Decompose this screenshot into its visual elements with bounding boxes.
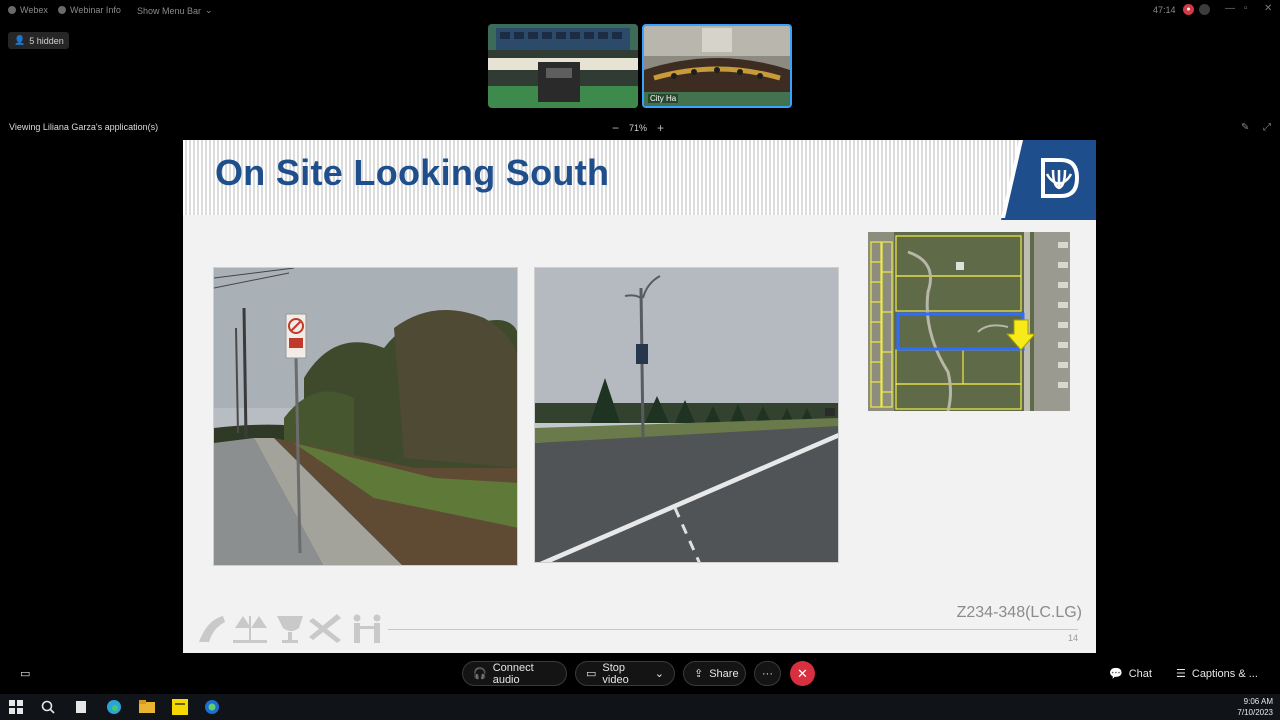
city-logo-icon bbox=[1001, 140, 1096, 220]
captions-button[interactable]: ☰ Captions & ... bbox=[1176, 667, 1258, 681]
chat-icon: 💬 bbox=[1109, 668, 1123, 680]
windows-taskbar: 9:06 AM 7/10/2023 bbox=[0, 694, 1280, 720]
maximize-icon[interactable]: ▫ bbox=[1244, 3, 1248, 14]
edge-browser-icon[interactable] bbox=[106, 699, 122, 715]
system-clock[interactable]: 9:06 AM 7/10/2023 bbox=[1237, 696, 1273, 718]
more-options-button[interactable]: ··· bbox=[754, 661, 781, 686]
minimize-icon[interactable]: — bbox=[1225, 3, 1235, 14]
hidden-count-label: 5 hidden bbox=[29, 35, 64, 46]
viewing-application-label: Viewing Liliana Garza's application(s) bbox=[9, 122, 159, 132]
zoom-out-button[interactable]: − bbox=[612, 121, 619, 135]
info-icon bbox=[58, 6, 66, 14]
captions-label: Captions & ... bbox=[1191, 667, 1258, 680]
share-icon: ⇪ bbox=[694, 668, 704, 680]
webex-menu[interactable]: Webex bbox=[8, 5, 48, 15]
fullscreen-icon[interactable]: ⤢ bbox=[1263, 122, 1271, 133]
webex-logo-icon bbox=[8, 6, 16, 14]
more-icon: ··· bbox=[762, 667, 773, 680]
recording-icon[interactable]: ● bbox=[1183, 4, 1194, 15]
aerial-location-map bbox=[868, 232, 1070, 411]
slide-page-number: 14 bbox=[1067, 633, 1078, 643]
clock-time: 9:06 AM bbox=[1243, 697, 1273, 706]
show-menu-bar-label: Show Menu Bar bbox=[137, 5, 202, 16]
footer-divider bbox=[388, 629, 1078, 630]
connect-audio-button[interactable]: 🎧 Connect audio bbox=[462, 661, 567, 686]
file-explorer-icon[interactable] bbox=[139, 699, 155, 715]
audio-icon: 🎧 bbox=[473, 668, 487, 680]
case-number: Z234-348(LC.LG) bbox=[956, 604, 1082, 621]
stop-video-label: Stop video bbox=[602, 661, 629, 686]
webinar-info-menu[interactable]: Webinar Info bbox=[58, 5, 121, 15]
thumbnail-label: City Ha bbox=[648, 94, 679, 103]
chat-label: Chat bbox=[1128, 667, 1152, 680]
video-thumbnail-2[interactable]: City Ha bbox=[642, 24, 792, 108]
status-icon[interactable] bbox=[1199, 4, 1210, 15]
site-photo-road bbox=[534, 267, 839, 563]
video-thumbnail-1[interactable] bbox=[488, 24, 638, 108]
zoom-in-button[interactable]: + bbox=[657, 121, 664, 135]
top-menu-bar: Webex Webinar Info Show Menu Bar ⌄ 47:14… bbox=[0, 0, 1280, 20]
sticky-notes-icon[interactable] bbox=[172, 699, 188, 715]
chat-button[interactable]: 💬 Chat bbox=[1109, 667, 1152, 681]
close-window-icon[interactable]: ✕ bbox=[1264, 3, 1272, 14]
site-photo-sidewalk bbox=[213, 267, 518, 566]
slide-title: On Site Looking South bbox=[215, 152, 610, 193]
hidden-participants-badge[interactable]: 👤 5 hidden bbox=[8, 32, 69, 49]
webex-taskbar-icon[interactable] bbox=[204, 699, 220, 715]
chevron-down-icon[interactable]: ⌄ bbox=[655, 667, 664, 680]
webinar-info-label: Webinar Info bbox=[70, 5, 121, 15]
leave-meeting-button[interactable]: ✕ bbox=[790, 661, 815, 686]
captions-icon: ☰ bbox=[1176, 668, 1186, 680]
layout-icon: ▭ bbox=[20, 668, 31, 680]
file-icon[interactable] bbox=[73, 699, 89, 715]
show-menu-bar-toggle[interactable]: Show Menu Bar ⌄ bbox=[137, 5, 213, 16]
connect-audio-label: Connect audio bbox=[492, 661, 534, 686]
share-button[interactable]: ⇪ Share bbox=[683, 661, 746, 686]
zoom-controls: − 71% + bbox=[612, 121, 664, 135]
chevron-down-icon: ⌄ bbox=[205, 5, 213, 15]
stop-video-button[interactable]: ▭ Stop video ⌄ bbox=[575, 661, 675, 686]
windows-start-icon[interactable] bbox=[8, 699, 24, 715]
search-icon[interactable] bbox=[40, 699, 56, 715]
shared-slide: On Site Looking South Z234-348(LC.LG) 14 bbox=[183, 140, 1096, 653]
annotate-icon[interactable]: ✎ bbox=[1241, 122, 1249, 133]
layout-button[interactable]: ▭ bbox=[20, 667, 30, 680]
video-camera-icon: ▭ bbox=[586, 668, 597, 680]
app-title: Webex bbox=[20, 5, 48, 15]
meeting-timer: 47:14 bbox=[1153, 5, 1176, 15]
user-icon: 👤 bbox=[14, 35, 26, 45]
footer-values-icons bbox=[195, 610, 395, 646]
share-label: Share bbox=[709, 667, 739, 680]
zoom-level: 71% bbox=[629, 123, 648, 133]
clock-date: 7/10/2023 bbox=[1237, 708, 1273, 717]
